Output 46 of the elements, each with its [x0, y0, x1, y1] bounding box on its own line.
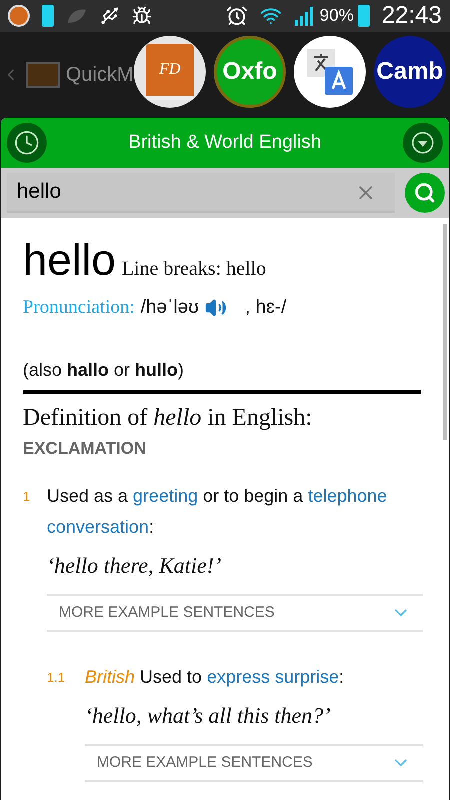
- definition-text: Used as a greeting or to begin a telephone conversation:: [47, 485, 388, 539]
- clock: 22:43: [382, 1, 442, 31]
- variant-spellings: (also hallo or hullo): [23, 358, 186, 382]
- search-field[interactable]: hello: [7, 173, 395, 213]
- battery-percent: 90%: [320, 5, 354, 28]
- leaf-icon: [66, 7, 88, 25]
- dictionary-bubble[interactable]: Camb: [374, 36, 446, 108]
- signal-icon: [294, 6, 316, 26]
- dictionary-bubble[interactable]: FD: [134, 36, 206, 108]
- book-logo-text: FD: [159, 60, 181, 80]
- dictionary-title: British & World English: [128, 130, 322, 155]
- link[interactable]: telephone: [308, 486, 388, 506]
- battery-usb-icon: [42, 5, 54, 27]
- definition-text: British Used to express surprise:: [85, 666, 346, 689]
- link[interactable]: greeting: [133, 486, 198, 506]
- battery-charging-icon: [358, 5, 370, 27]
- dictionary-bubble[interactable]: Oxfo: [214, 36, 286, 108]
- more-examples-toggle[interactable]: MORE EXAMPLE SENTENCES: [85, 744, 423, 782]
- link[interactable]: conversation: [47, 517, 150, 537]
- background-app-title: QuickM: [66, 63, 134, 88]
- alarm-icon: [226, 5, 248, 27]
- translate-icon: [305, 47, 355, 97]
- debug-icon: [132, 6, 152, 26]
- pronunciation-label: Pronunciation:: [23, 296, 135, 320]
- usb-icon: [100, 6, 120, 26]
- example-sentence: ‘hello, what’s all this then?’: [85, 702, 332, 730]
- pronunciation: /həˈləʊ: [140, 296, 200, 320]
- scrollbar-thumb[interactable]: [443, 224, 447, 440]
- sense-number: 1.1: [47, 669, 66, 687]
- app-thumbnail: [26, 62, 60, 88]
- history-icon: [14, 130, 40, 156]
- history-button[interactable]: [7, 123, 47, 163]
- search-button[interactable]: [405, 173, 445, 213]
- definition-heading: Definition of hello in English:: [23, 404, 314, 432]
- line-breaks: Line breaks: hello: [122, 257, 266, 282]
- headword: hello: [23, 235, 116, 287]
- link[interactable]: express surprise: [207, 667, 340, 687]
- sense-number: 1: [23, 488, 32, 506]
- app-notification-icon: [8, 5, 30, 27]
- part-of-speech: EXCLAMATION: [23, 438, 148, 460]
- dropdown-button[interactable]: [402, 123, 443, 163]
- more-examples-toggle[interactable]: MORE EXAMPLE SENTENCES: [47, 594, 423, 632]
- search-icon: [414, 182, 436, 204]
- dropdown-icon: [410, 131, 435, 155]
- example-sentence: ‘hello there, Katie!’: [47, 552, 223, 580]
- pronunciation-alt: , hɛ-/: [245, 296, 287, 320]
